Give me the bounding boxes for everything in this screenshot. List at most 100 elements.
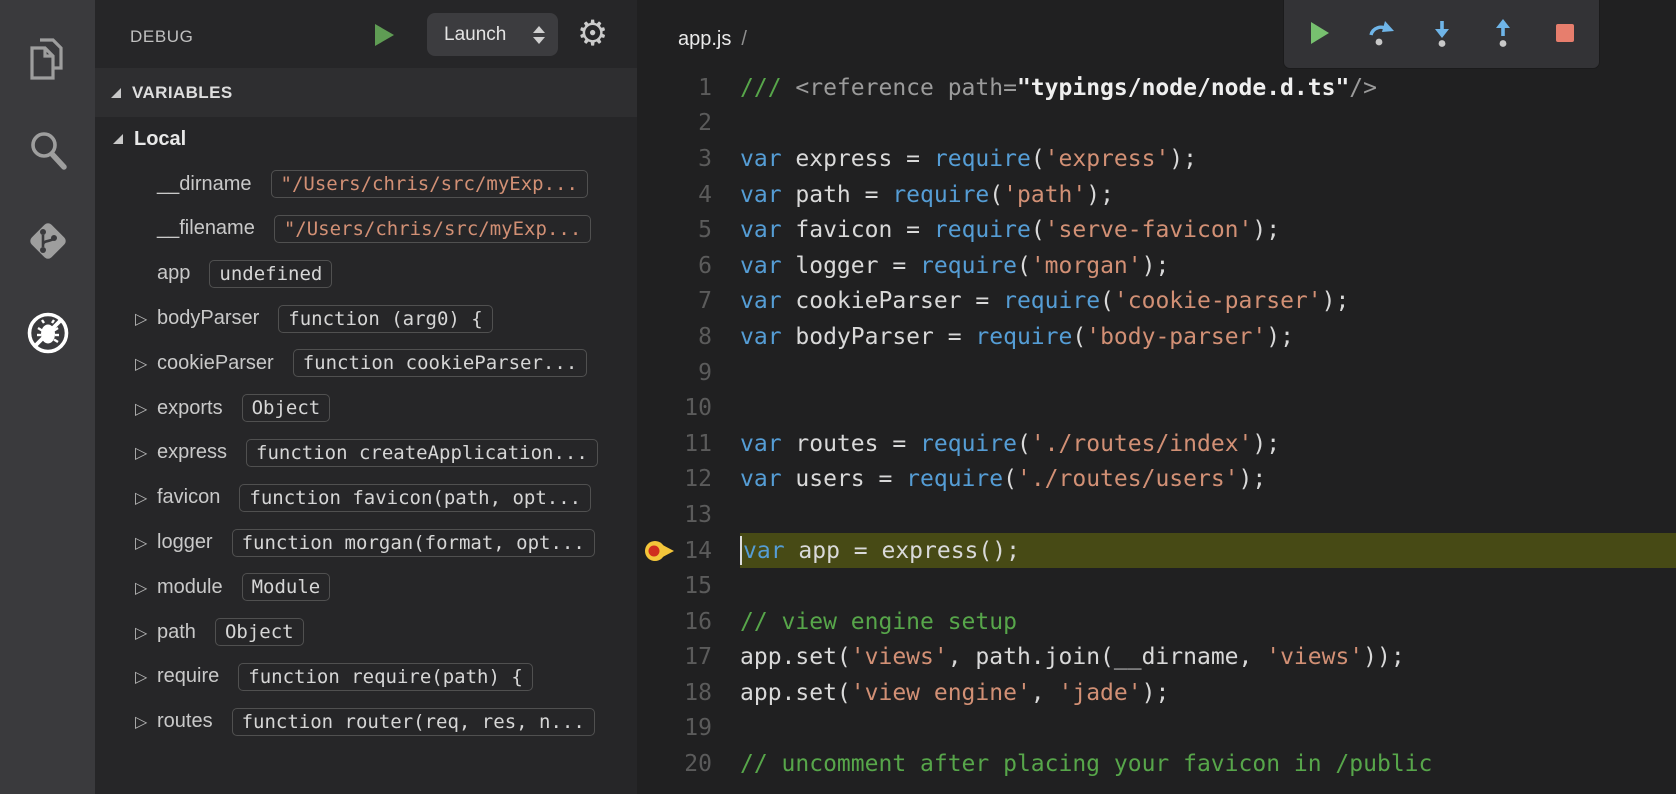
code-text[interactable]: var express = require('express'); xyxy=(740,141,1676,177)
variable-row[interactable]: ▷faviconfunction favicon(path, opt... xyxy=(95,475,637,520)
glyph-margin[interactable] xyxy=(637,604,677,640)
activity-git-button[interactable] xyxy=(0,210,95,274)
glyph-margin[interactable] xyxy=(637,568,677,604)
glyph-margin[interactable] xyxy=(637,70,677,106)
glyph-margin[interactable] xyxy=(637,284,677,320)
expand-arrow-icon[interactable]: ▷ xyxy=(135,488,157,507)
code-line[interactable]: 12 var users = require('./routes/users'); xyxy=(637,462,1676,498)
line-number[interactable]: 10 xyxy=(677,395,712,421)
activity-debug-button[interactable] xyxy=(0,302,95,366)
line-number[interactable]: 7 xyxy=(677,288,712,314)
code-text[interactable]: var bodyParser = require('body-parser'); xyxy=(740,319,1676,355)
code-line[interactable]: 19 xyxy=(637,711,1676,747)
variable-row[interactable]: ▷requirefunction require(path) { xyxy=(95,655,637,700)
variable-row[interactable]: __dirname"/Users/chris/src/myExp... xyxy=(95,162,637,207)
code-line[interactable]: 6var logger = require('morgan'); xyxy=(637,248,1676,284)
step-over-button[interactable] xyxy=(1365,19,1395,49)
code-line[interactable]: 20 // uncomment after placing your favico… xyxy=(637,746,1676,782)
glyph-margin[interactable] xyxy=(637,462,677,498)
scope-local-row[interactable]: Local xyxy=(95,117,637,162)
code-text[interactable]: var path = require('path'); xyxy=(740,177,1676,213)
code-line[interactable]: 5var favicon = require('serve-favicon'); xyxy=(637,212,1676,248)
code-text[interactable]: var users = require('./routes/users'); xyxy=(740,462,1676,498)
line-number[interactable]: 11 xyxy=(677,431,712,457)
code-text[interactable] xyxy=(740,355,1676,391)
glyph-margin[interactable] xyxy=(637,248,677,284)
variable-row[interactable]: ▷expressfunction createApplication... xyxy=(95,431,637,476)
variable-row[interactable]: __filename"/Users/chris/src/myExp... xyxy=(95,207,637,252)
code-text[interactable]: // view engine setup xyxy=(740,604,1676,640)
expand-arrow-icon[interactable]: ▷ xyxy=(135,309,157,328)
glyph-margin[interactable] xyxy=(637,141,677,177)
variable-row[interactable]: ▷pathObject xyxy=(95,610,637,655)
line-number[interactable]: 18 xyxy=(677,680,712,706)
glyph-margin[interactable] xyxy=(637,319,677,355)
launch-config-select[interactable]: Launch xyxy=(427,13,558,56)
stop-button[interactable] xyxy=(1550,19,1580,49)
line-number[interactable]: 17 xyxy=(677,644,712,670)
glyph-margin[interactable] xyxy=(637,711,677,747)
code-text[interactable] xyxy=(740,390,1676,426)
activity-search-button[interactable] xyxy=(0,120,95,184)
variable-row[interactable]: ▷cookieParserfunction cookieParser... xyxy=(95,341,637,386)
glyph-margin[interactable] xyxy=(637,426,677,462)
code-line[interactable]: 2 xyxy=(637,106,1676,142)
code-line[interactable]: 8 var bodyParser = require('body-parser')… xyxy=(637,319,1676,355)
glyph-margin[interactable] xyxy=(637,212,677,248)
continue-button[interactable] xyxy=(1303,19,1333,49)
line-number[interactable]: 2 xyxy=(677,110,712,136)
line-number[interactable]: 20 xyxy=(677,751,712,777)
glyph-margin[interactable] xyxy=(637,497,677,533)
step-into-button[interactable] xyxy=(1427,19,1457,49)
code-text[interactable] xyxy=(740,711,1676,747)
glyph-margin[interactable] xyxy=(637,675,677,711)
code-text[interactable]: app.set('views', path.join(__dirname, 'v… xyxy=(740,640,1676,676)
start-debug-button[interactable] xyxy=(375,24,394,46)
code-line[interactable]: 15 xyxy=(637,568,1676,604)
code-line[interactable]: 16// view engine setup xyxy=(637,604,1676,640)
code-text[interactable]: var app = express(); xyxy=(740,533,1676,569)
code-text[interactable]: // uncomment after placing your favicon … xyxy=(740,746,1676,782)
line-number[interactable]: 1 xyxy=(677,75,712,101)
line-number[interactable]: 19 xyxy=(677,715,712,741)
variable-row[interactable]: ▷exportsObject xyxy=(95,386,637,431)
code-text[interactable]: var favicon = require('serve-favicon'); xyxy=(740,212,1676,248)
line-number[interactable]: 6 xyxy=(677,253,712,279)
code-line[interactable]: 1 /// <reference path="typings/node/node.… xyxy=(637,70,1676,106)
code-line[interactable]: 3var express = require('express'); xyxy=(637,141,1676,177)
expand-arrow-icon[interactable]: ▷ xyxy=(135,578,157,597)
expand-arrow-icon[interactable]: ▷ xyxy=(135,399,157,418)
code-text[interactable] xyxy=(740,497,1676,533)
code-line[interactable]: 18 app.set('view engine', 'jade'); xyxy=(637,675,1676,711)
expand-arrow-icon[interactable]: ▷ xyxy=(135,533,157,552)
line-number[interactable]: 13 xyxy=(677,502,712,528)
line-number[interactable]: 15 xyxy=(677,573,712,599)
code-text[interactable] xyxy=(740,568,1676,604)
line-number[interactable]: 9 xyxy=(677,360,712,386)
code-text[interactable]: var cookieParser = require('cookie-parse… xyxy=(740,284,1676,320)
variable-row[interactable]: ▷routesfunction router(req, res, n... xyxy=(95,699,637,744)
glyph-margin[interactable] xyxy=(637,355,677,391)
glyph-margin[interactable] xyxy=(637,746,677,782)
expand-arrow-icon[interactable]: ▷ xyxy=(135,667,157,686)
code-text[interactable]: var routes = require('./routes/index'); xyxy=(740,426,1676,462)
code-line[interactable]: 14 var app = express(); xyxy=(637,533,1676,569)
variable-row[interactable]: appundefined xyxy=(95,251,637,296)
line-number[interactable]: 8 xyxy=(677,324,712,350)
expand-arrow-icon[interactable]: ▷ xyxy=(135,354,157,373)
line-number[interactable]: 4 xyxy=(677,182,712,208)
code-line[interactable]: 17 app.set('views', path.join(__dirname, … xyxy=(637,640,1676,676)
line-number[interactable]: 12 xyxy=(677,466,712,492)
configure-gear-icon[interactable]: ⚙ xyxy=(577,11,608,57)
variable-row[interactable]: ▷loggerfunction morgan(format, opt... xyxy=(95,520,637,565)
breakpoint-current-line-glyph[interactable] xyxy=(637,533,677,569)
line-number[interactable]: 14 xyxy=(677,538,712,564)
variable-row[interactable]: ▷bodyParserfunction (arg0) { xyxy=(95,296,637,341)
code-text[interactable]: app.set('view engine', 'jade'); xyxy=(740,675,1676,711)
code-line[interactable]: 13 xyxy=(637,497,1676,533)
expand-arrow-icon[interactable]: ▷ xyxy=(135,712,157,731)
code-text[interactable]: /// <reference path="typings/node/node.d… xyxy=(740,70,1676,106)
variable-row[interactable]: ▷moduleModule xyxy=(95,565,637,610)
code-line[interactable]: 7 var cookieParser = require('cookie-pars… xyxy=(637,284,1676,320)
glyph-margin[interactable] xyxy=(637,640,677,676)
